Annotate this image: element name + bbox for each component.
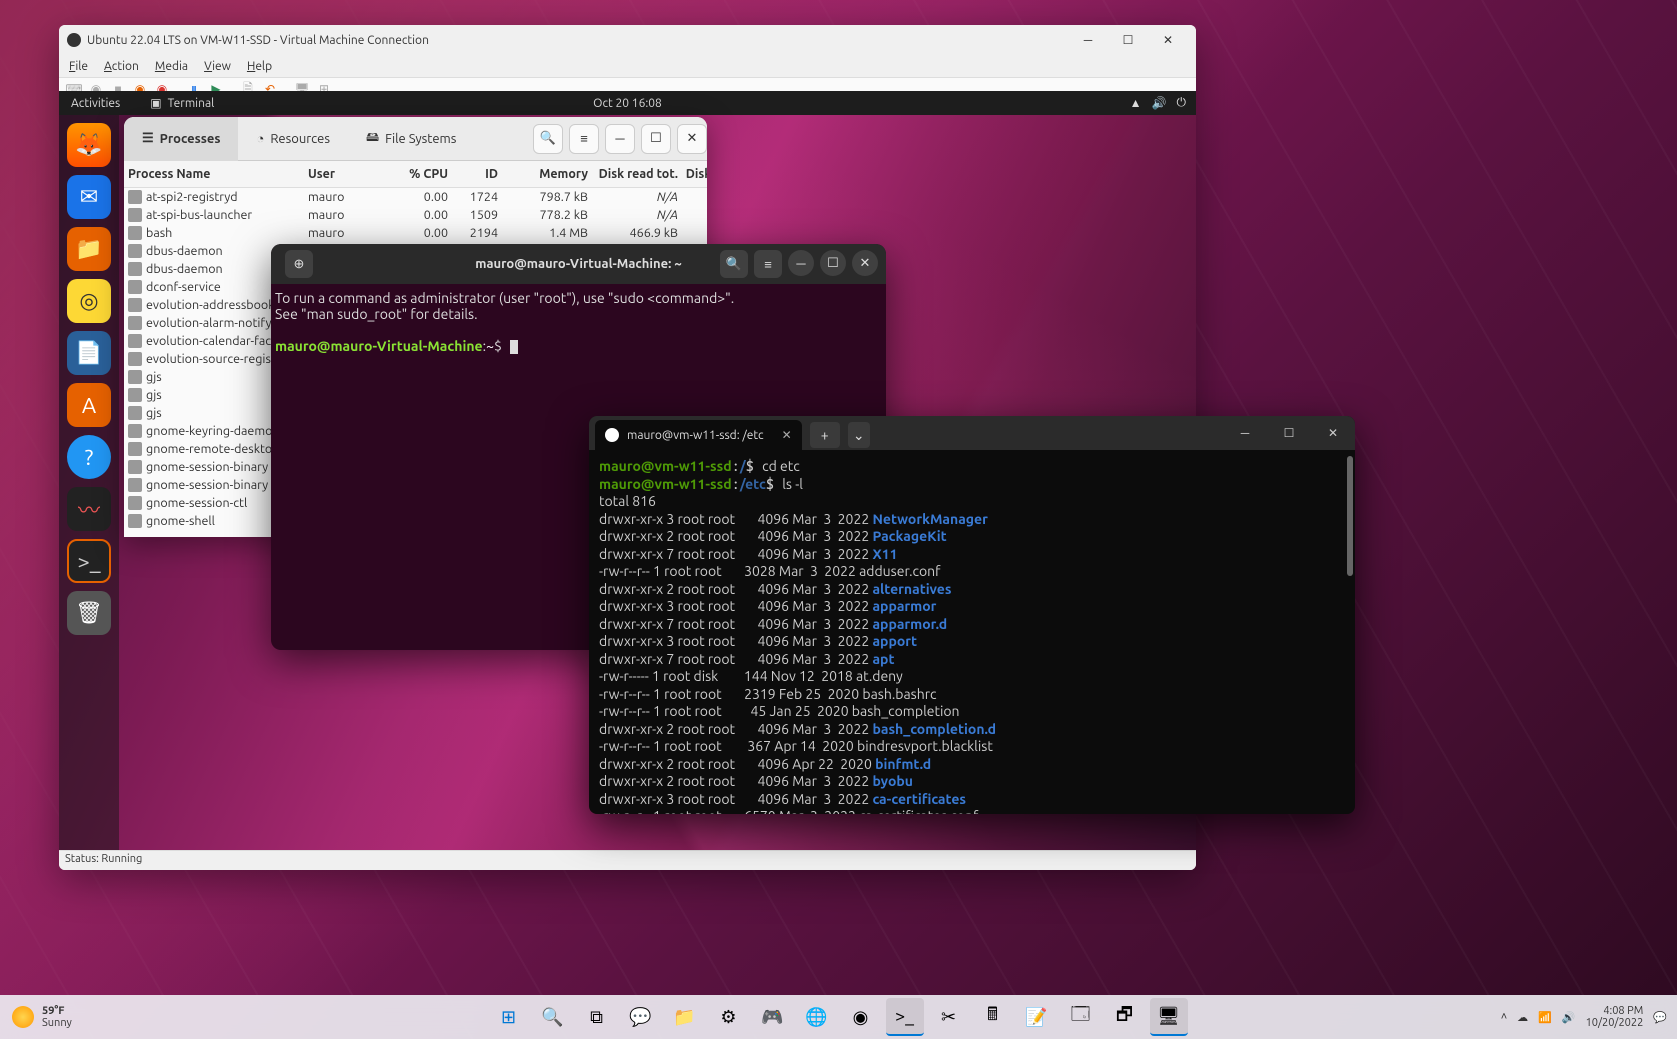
network-icon[interactable]: ▲ — [1130, 96, 1142, 110]
snipping-icon[interactable]: ✂ — [930, 998, 968, 1036]
activities-button[interactable]: Activities — [71, 97, 120, 110]
notepad-icon[interactable]: 📝 — [1018, 998, 1056, 1036]
gterm-title: mauro@mauro-Virtual-Machine: ~ — [475, 257, 681, 271]
hyperv-titlebar[interactable]: Ubuntu 22.04 LTS on VM-W11-SSD - Virtual… — [59, 25, 1196, 55]
terminal-icon: ▣ — [150, 96, 161, 110]
sysmon-minimize-button[interactable]: ─ — [605, 124, 635, 154]
sysmon-column-header[interactable]: Process NameUser% CPU IDMemoryDisk read … — [124, 161, 707, 188]
hyperv-taskbar-icon[interactable]: 🖥 — [1150, 998, 1188, 1036]
dock-rhythmbox-icon[interactable]: ◎ — [67, 279, 111, 323]
gnome-dock: 🦊 ✉ 📁 ◎ 📄 A ? 〰 >_ 🗑 — [59, 115, 119, 850]
power-icon[interactable]: ⏻ — [1177, 96, 1187, 110]
table-row[interactable]: bashmauro0.0021941.4 MB466.9 kB — [124, 224, 707, 242]
sun-icon — [12, 1006, 34, 1028]
gterm-menu-button[interactable]: ≡ — [754, 250, 782, 278]
windows-taskbar: 59°FSunny ⊞ 🔍 ⧉ 💬 📁 ⚙ 🎮 🌐 ◉ >_ ✂ 🖩 📝 🗔 🗗… — [0, 995, 1677, 1039]
table-row[interactable]: at-spi-bus-launchermauro0.001509778.2 kB… — [124, 206, 707, 224]
sysmon-close-button[interactable]: ✕ — [677, 124, 707, 154]
gterm-header: ⊕ mauro@mauro-Virtual-Machine: ~ 🔍 ≡ ─ ☐… — [271, 244, 886, 284]
search-button[interactable]: 🔍 — [534, 998, 572, 1036]
gauge-icon: ◔ — [256, 131, 264, 146]
wt-dropdown-button[interactable]: ⌄ — [848, 422, 870, 448]
dock-terminal-icon[interactable]: >_ — [67, 539, 111, 583]
tab-filesystems[interactable]: 🖴File Systems — [348, 117, 474, 161]
volume-icon[interactable]: 🔊 — [1152, 96, 1167, 110]
tray-chevron-icon[interactable]: ˄ — [1501, 1011, 1507, 1023]
menu-view[interactable]: View — [204, 60, 231, 73]
calculator-icon[interactable]: 🖩 — [974, 998, 1012, 1036]
dock-firefox-icon[interactable]: 🦊 — [67, 123, 111, 167]
tab-processes[interactable]: ☰Processes — [124, 117, 238, 161]
wt-tab-close-button[interactable]: ✕ — [782, 428, 792, 442]
tab-resources[interactable]: ◔Resources — [238, 117, 348, 161]
topbar-app-indicator[interactable]: ▣ Terminal — [150, 96, 214, 110]
wt-tab[interactable]: mauro@vm-w11-ssd: /etc ✕ — [595, 420, 802, 450]
app2-icon[interactable]: 🗗 — [1106, 998, 1144, 1036]
wt-close-button[interactable]: ✕ — [1311, 416, 1355, 450]
system-tray: ˄ ☁ 📶 🔊 4:08 PM10/20/2022 💬 — [1501, 1005, 1667, 1029]
xbox-icon[interactable]: 🎮 — [754, 998, 792, 1036]
gterm-close-button[interactable]: ✕ — [852, 250, 878, 276]
hyperv-minimize-button[interactable]: ─ — [1068, 25, 1108, 55]
gterm-minimize-button[interactable]: ─ — [788, 250, 814, 276]
explorer-icon[interactable]: 📁 — [666, 998, 704, 1036]
sysmon-maximize-button[interactable]: ☐ — [641, 124, 671, 154]
tray-volume-icon[interactable]: 🔊 — [1562, 1011, 1576, 1024]
menu-action[interactable]: Action — [104, 60, 139, 73]
dock-thunderbird-icon[interactable]: ✉ — [67, 175, 111, 219]
wt-body[interactable]: mauro@vm-w11-ssd:/$ cd etc mauro@vm-w11-… — [589, 450, 1355, 814]
taskbar-weather[interactable]: 59°FSunny — [0, 1005, 72, 1029]
menu-media[interactable]: Media — [155, 60, 188, 73]
hyperv-title: Ubuntu 22.04 LTS on VM-W11-SSD - Virtual… — [87, 34, 429, 47]
taskbar-center: ⊞ 🔍 ⧉ 💬 📁 ⚙ 🎮 🌐 ◉ >_ ✂ 🖩 📝 🗔 🗗 🖥 — [490, 998, 1188, 1036]
tray-wifi-icon[interactable]: 📶 — [1538, 1011, 1552, 1024]
disk-icon: 🖴 — [366, 128, 379, 150]
dock-files-icon[interactable]: 📁 — [67, 227, 111, 271]
gterm-new-tab-button[interactable]: ⊕ — [285, 250, 313, 278]
task-view-button[interactable]: ⧉ — [578, 998, 616, 1036]
dock-trash-icon[interactable]: 🗑 — [67, 591, 111, 635]
dock-sysmonitor-icon[interactable]: 〰 — [67, 487, 111, 531]
start-button[interactable]: ⊞ — [490, 998, 528, 1036]
cursor-icon — [510, 340, 518, 354]
gnome-topbar: Activities ▣ Terminal Oct 20 16:08 ▲ 🔊 ⏻ — [59, 91, 1196, 115]
hyperv-statusbar: Status: Running — [59, 850, 1196, 870]
menu-file[interactable]: File — [69, 60, 88, 73]
sysmon-menu-button[interactable]: ≡ — [569, 124, 599, 154]
settings-icon[interactable]: ⚙ — [710, 998, 748, 1036]
hyperv-maximize-button[interactable]: ☐ — [1108, 25, 1148, 55]
tray-onedrive-icon[interactable]: ☁ — [1517, 1011, 1528, 1024]
list-icon: ☰ — [142, 131, 154, 146]
gterm-maximize-button[interactable]: ☐ — [820, 250, 846, 276]
tux-icon — [605, 428, 619, 442]
edge-icon[interactable]: 🌐 — [798, 998, 836, 1036]
dock-show-apps-icon[interactable] — [67, 643, 111, 687]
terminal-taskbar-icon[interactable]: >_ — [886, 998, 924, 1036]
gterm-search-button[interactable]: 🔍 — [720, 250, 748, 278]
dock-software-icon[interactable]: A — [67, 383, 111, 427]
topbar-clock[interactable]: Oct 20 16:08 — [593, 97, 662, 110]
sysmon-search-button[interactable]: 🔍 — [533, 124, 563, 154]
tray-notifications-icon[interactable]: 💬 — [1653, 1011, 1667, 1024]
chat-icon[interactable]: 💬 — [622, 998, 660, 1036]
tux-icon — [67, 33, 81, 47]
dock-help-icon[interactable]: ? — [67, 435, 111, 479]
wt-minimize-button[interactable]: ─ — [1223, 416, 1267, 450]
menu-help[interactable]: Help — [247, 60, 272, 73]
hyperv-menubar: File Action Media View Help — [59, 55, 1196, 77]
hyperv-close-button[interactable]: ✕ — [1148, 25, 1188, 55]
dock-libreoffice-icon[interactable]: 📄 — [67, 331, 111, 375]
gterm-body[interactable]: To run a command as administrator (user … — [271, 284, 886, 360]
sysmon-header: ☰Processes ◔Resources 🖴File Systems 🔍 ≡ … — [124, 117, 707, 161]
table-row[interactable]: at-spi2-registrydmauro0.001724798.7 kBN/… — [124, 188, 707, 206]
windows-terminal-window: mauro@vm-w11-ssd: /etc ✕ + ⌄ ─ ☐ ✕ mauro… — [589, 416, 1355, 814]
wt-tabbar: mauro@vm-w11-ssd: /etc ✕ + ⌄ ─ ☐ ✕ — [589, 416, 1355, 450]
wt-maximize-button[interactable]: ☐ — [1267, 416, 1311, 450]
tray-clock[interactable]: 4:08 PM10/20/2022 — [1586, 1005, 1644, 1029]
wt-new-tab-button[interactable]: + — [810, 422, 840, 448]
chrome-icon[interactable]: ◉ — [842, 998, 880, 1036]
app1-icon[interactable]: 🗔 — [1062, 998, 1100, 1036]
